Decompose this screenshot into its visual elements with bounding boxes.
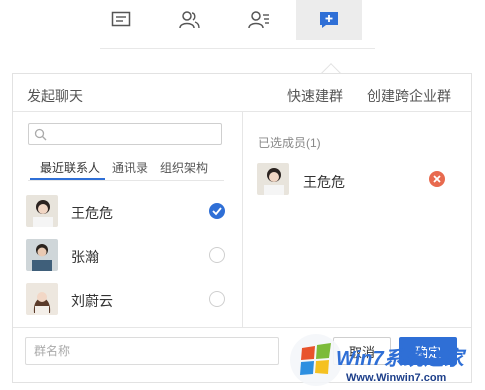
footer-divider <box>13 327 471 328</box>
message-icon <box>111 11 131 27</box>
selected-members-title: 已选成员(1) <box>258 136 321 150</box>
remove-member-button[interactable] <box>429 171 445 187</box>
panel-header: 发起聊天 快速建群 创建跨企业群 <box>13 74 471 112</box>
confirm-button[interactable]: 确定 <box>399 337 457 365</box>
column-divider <box>242 112 243 327</box>
tab-contact-list[interactable] <box>226 0 292 40</box>
checkbox-unchecked[interactable] <box>209 247 225 263</box>
subtab-directory[interactable]: 通讯录 <box>112 159 148 176</box>
subtab-recent[interactable]: 最近联系人 <box>40 159 100 176</box>
close-icon <box>433 175 441 183</box>
tab-messages[interactable] <box>88 0 154 40</box>
contacts-icon <box>179 11 200 29</box>
checkbox-unchecked[interactable] <box>209 291 225 307</box>
top-toolbar <box>0 0 485 40</box>
selected-member: 王危危 <box>257 162 457 196</box>
quick-group-link[interactable]: 快速建群 <box>287 86 343 106</box>
avatar <box>257 163 289 195</box>
search-input[interactable] <box>28 123 222 145</box>
contact-list-icon <box>248 11 269 29</box>
selected-member-name: 王危危 <box>303 174 345 190</box>
group-name-input[interactable] <box>25 337 279 365</box>
subtabs-divider <box>28 180 224 181</box>
contact-row[interactable]: 张瀚 <box>23 235 233 275</box>
contact-name: 张瀚 <box>71 249 99 265</box>
contact-name: 刘蔚云 <box>71 293 113 309</box>
check-icon <box>212 207 222 216</box>
cross-org-group-link[interactable]: 创建跨企业群 <box>367 86 451 106</box>
checkbox-checked[interactable] <box>209 203 225 219</box>
active-subtab-indicator <box>30 178 105 180</box>
contact-row[interactable]: 刘蔚云 <box>23 279 233 319</box>
panel-title: 发起聊天 <box>27 88 83 104</box>
subtab-org-chart[interactable]: 组织架构 <box>160 159 208 176</box>
avatar <box>26 195 58 227</box>
avatar <box>26 283 58 315</box>
new-chat-panel: 发起聊天 快速建群 创建跨企业群 最近联系人 通讯录 组织架构 王危危 张瀚 刘… <box>12 73 472 383</box>
tab-new-chat[interactable] <box>296 0 362 40</box>
avatar <box>26 239 58 271</box>
toolbar-divider <box>100 48 375 49</box>
search-icon <box>34 128 47 141</box>
add-chat-icon <box>320 12 338 28</box>
tab-contacts[interactable] <box>156 0 222 40</box>
cancel-button[interactable]: 取消 <box>333 337 391 365</box>
contact-row[interactable]: 王危危 <box>23 191 233 231</box>
contact-name: 王危危 <box>71 205 113 221</box>
